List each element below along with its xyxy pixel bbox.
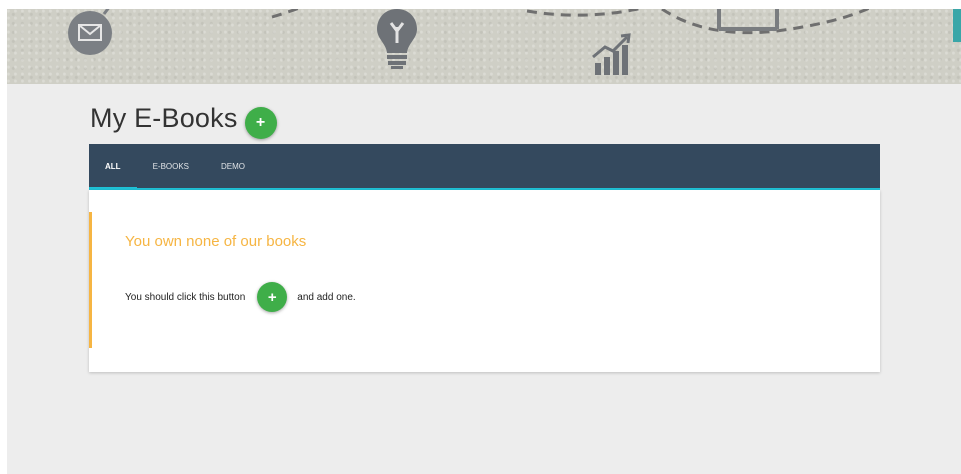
mail-icon (68, 9, 112, 55)
board-icon (717, 9, 779, 31)
app-frame: My E-Books + ALL E-BOOKS DEMO You own no… (7, 9, 961, 474)
lightbulb-icon (377, 9, 417, 69)
page-title: My E-Books (90, 102, 238, 133)
inline-add-button[interactable]: + (257, 282, 288, 312)
tab-demo[interactable]: DEMO (205, 144, 261, 188)
tab-all[interactable]: ALL (89, 144, 137, 190)
tabs-bar: ALL E-BOOKS DEMO (89, 144, 880, 190)
page-header: My E-Books + (90, 97, 277, 139)
add-ebook-button[interactable]: + (244, 107, 277, 139)
notice-title: You own none of our books (125, 233, 307, 250)
notice-text-before: You should click this button (125, 291, 246, 303)
chart-icon (592, 33, 631, 75)
teal-edge-accent (953, 9, 961, 42)
notice-text-after: and add one. (297, 291, 356, 303)
content-card: You own none of our books You should cli… (89, 190, 880, 372)
tab-ebooks[interactable]: E-BOOKS (137, 144, 205, 188)
header-banner (7, 9, 961, 84)
empty-notice: You own none of our books You should cli… (89, 212, 852, 348)
notice-message: You should click this button + and add o… (125, 282, 356, 312)
